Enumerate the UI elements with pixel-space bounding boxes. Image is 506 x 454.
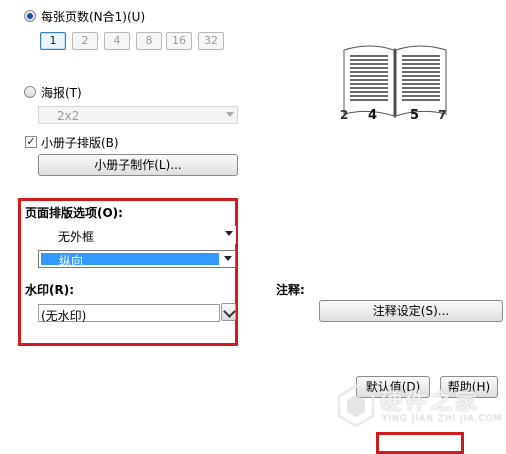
chevron-down-icon	[223, 305, 236, 318]
preview-page-4: 4	[368, 108, 378, 123]
orientation-select[interactable]: 纵向	[38, 250, 236, 268]
poster-size-select[interactable]: 2x2	[38, 106, 238, 124]
hexagon-logo-icon	[337, 384, 375, 428]
booklet-checkbox[interactable]: ✓	[25, 136, 37, 148]
logo-text-en: YING JIAN ZHI JIA.COM	[382, 414, 503, 424]
logo-text-cn: 硬件之家	[380, 390, 481, 415]
preview-page-7: 7	[438, 108, 447, 122]
pages-1-button[interactable]: 1	[40, 32, 66, 50]
preview-page-2: 2	[340, 108, 349, 122]
pages-per-sheet-label: 每张页数(N合1)(U)	[41, 10, 146, 24]
pages-8-button[interactable]: 8	[136, 32, 162, 50]
pages-16-button[interactable]: 16	[166, 32, 192, 50]
booklet-label: 小册子排版(B)	[41, 136, 119, 150]
pages-32-button[interactable]: 32	[198, 32, 224, 50]
poster-label: 海报(T)	[41, 86, 82, 100]
booklet-make-button[interactable]: 小册子制作(L)...	[38, 154, 238, 176]
orientation-value: 纵向	[59, 254, 84, 268]
chevron-down-icon	[226, 112, 234, 117]
border-value: 无外框	[58, 230, 95, 244]
pages-4-button[interactable]: 4	[104, 32, 130, 50]
pages-2-button[interactable]: 2	[72, 32, 98, 50]
booklet-preview: 2 4 5 7	[340, 40, 450, 126]
layout-options-label: 页面排版选项(O):	[25, 206, 123, 220]
border-select[interactable]: 无外框	[38, 226, 236, 244]
pages-per-sheet-radio[interactable]	[24, 10, 36, 22]
site-watermark-logo: 硬件之家 YING JIAN ZHI JIA.COM	[336, 382, 504, 434]
annotation-settings-button[interactable]: 注释设定(S)...	[319, 300, 503, 322]
chevron-down-icon	[225, 231, 233, 236]
watermark-dropdown-button[interactable]	[221, 303, 236, 321]
poster-size-value: 2x2	[57, 109, 80, 123]
preview-page-5: 5	[410, 108, 420, 123]
poster-radio[interactable]	[24, 86, 36, 98]
watermark-label: 水印(R):	[25, 283, 75, 297]
watermark-select[interactable]: (无水印)	[38, 304, 220, 323]
annotation-label: 注释:	[276, 283, 305, 297]
highlight-box-ok	[376, 432, 464, 454]
watermark-value: (无水印)	[41, 309, 87, 323]
chevron-down-icon	[224, 256, 232, 261]
